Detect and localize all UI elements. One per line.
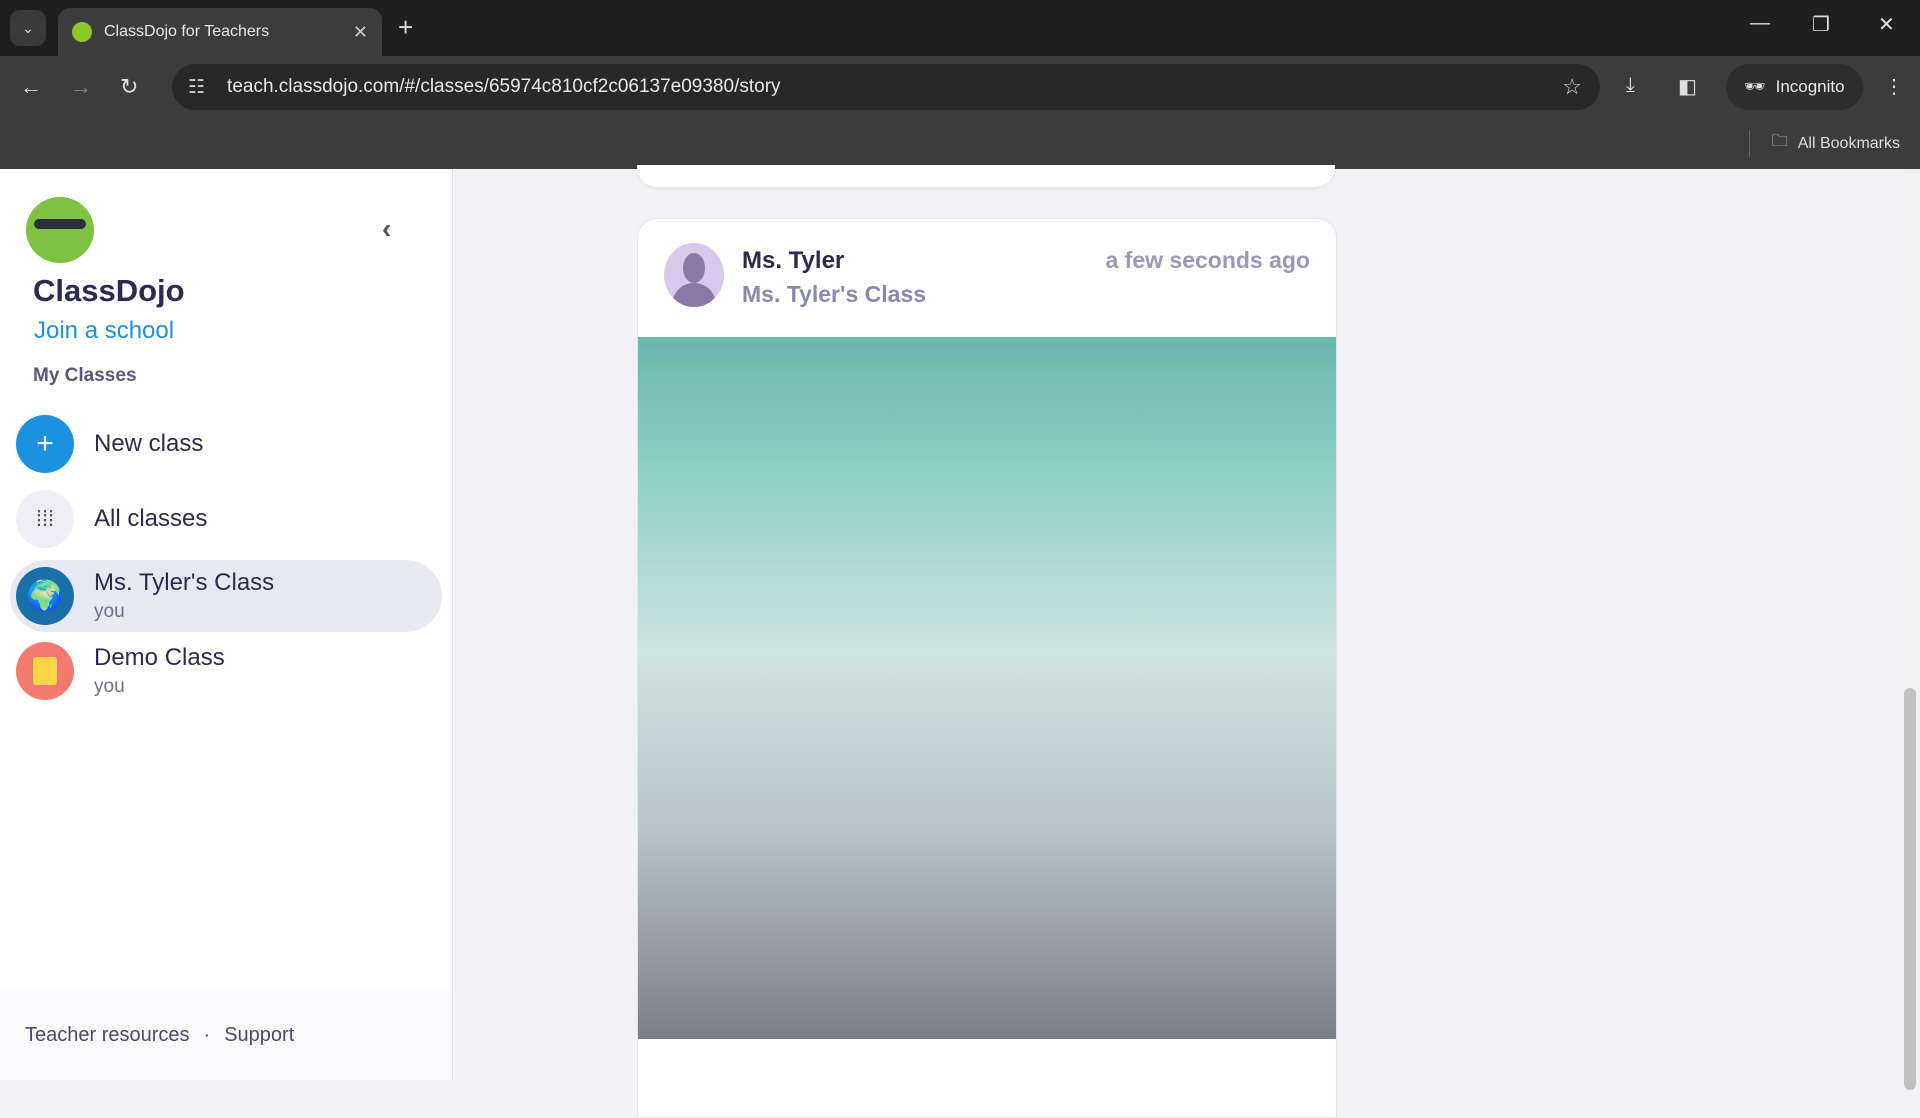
tab-title: ClassDojo for Teachers xyxy=(104,23,270,40)
tab-bar: ⌄ ClassDojo for Teachers ✕ + — ❐ ✕ xyxy=(0,0,1920,56)
post-class: Ms. Tyler's Class xyxy=(742,281,927,307)
scrollbar-thumb[interactable] xyxy=(1904,688,1916,1090)
class-name: Demo Class xyxy=(94,644,225,671)
sidebar-footer: Teacher resources · Support xyxy=(0,990,452,1080)
globe-icon: 🌍 xyxy=(16,567,74,625)
all-classes-label: All classes xyxy=(94,505,208,532)
collapse-sidebar-icon[interactable]: ‹ xyxy=(382,213,391,245)
notebook-icon xyxy=(16,642,74,700)
teacher-resources-link[interactable]: Teacher resources xyxy=(25,1024,190,1047)
classdojo-favicon-icon xyxy=(72,22,92,42)
back-icon[interactable]: ← xyxy=(20,74,42,100)
tab-search-button[interactable]: ⌄ xyxy=(10,10,46,46)
scrollbar[interactable] xyxy=(1900,169,1920,1090)
all-bookmarks-label: All Bookmarks xyxy=(1797,134,1900,152)
post-author: Ms. Tyler xyxy=(742,247,845,274)
join-school-link[interactable]: Join a school xyxy=(34,317,174,345)
tab-classdojo[interactable]: ClassDojo for Teachers ✕ xyxy=(58,8,382,56)
post-photo[interactable] xyxy=(638,337,1336,1039)
download-icon[interactable]: ⤓ xyxy=(1626,74,1635,97)
new-class-label: New class xyxy=(94,430,204,457)
class-item-demo[interactable]: Demo Class you xyxy=(10,635,442,707)
brand-name: ClassDojo xyxy=(33,273,185,308)
classdojo-logo xyxy=(26,197,94,263)
incognito-icon: 🕶 xyxy=(1744,77,1766,96)
my-classes-heading: My Classes xyxy=(33,365,137,386)
support-link[interactable]: Support xyxy=(224,1024,294,1047)
folder-icon: 🗀 xyxy=(1771,133,1788,150)
minimize-icon[interactable]: — xyxy=(1750,12,1770,35)
bookmark-star-icon[interactable]: ☆ xyxy=(1562,74,1582,100)
plus-icon: + xyxy=(16,415,74,473)
class-item-ms-tylers[interactable]: 🌍 Ms. Tyler's Class you xyxy=(10,560,442,632)
address-bar[interactable]: ☷ teach.classdojo.com/#/classes/65974c81… xyxy=(172,64,1600,110)
new-tab-button[interactable]: + xyxy=(398,12,413,43)
class-owner: you xyxy=(94,601,125,622)
new-class-button[interactable]: + New class xyxy=(10,408,442,480)
all-classes-button[interactable]: ⁞⁞⁞ All classes xyxy=(10,483,442,555)
close-window-icon[interactable]: ✕ xyxy=(1878,12,1895,37)
previous-post-card xyxy=(637,165,1335,187)
incognito-label: Incognito xyxy=(1775,77,1845,96)
avatar xyxy=(664,243,724,307)
footer-separator: · xyxy=(203,1023,211,1046)
site-settings-icon[interactable]: ☷ xyxy=(188,76,205,99)
incognito-indicator[interactable]: 🕶 Incognito xyxy=(1726,64,1863,110)
sidebar: ‹ ClassDojo Join a school My Classes + N… xyxy=(0,169,453,1080)
class-owner: you xyxy=(94,676,125,697)
side-panel-icon[interactable]: ◧ xyxy=(1678,74,1697,99)
all-bookmarks[interactable]: 🗀 All Bookmarks xyxy=(1748,130,1900,157)
close-tab-icon[interactable]: ✕ xyxy=(353,22,368,43)
browser-toolbar: ← → ↻ ☷ teach.classdojo.com/#/classes/65… xyxy=(0,56,1920,169)
url-text: teach.classdojo.com/#/classes/65974c810c… xyxy=(227,76,781,97)
forward-icon[interactable]: → xyxy=(70,74,92,100)
class-name: Ms. Tyler's Class xyxy=(94,569,275,596)
story-post: Ms. Tyler Ms. Tyler's Class a few second… xyxy=(637,218,1337,1118)
grid-icon: ⁞⁞⁞ xyxy=(16,490,74,548)
restore-icon[interactable]: ❐ xyxy=(1812,12,1830,37)
reload-icon[interactable]: ↻ xyxy=(120,74,138,100)
menu-icon[interactable]: ⋮ xyxy=(1884,74,1904,99)
post-time: a few seconds ago xyxy=(1105,247,1310,273)
